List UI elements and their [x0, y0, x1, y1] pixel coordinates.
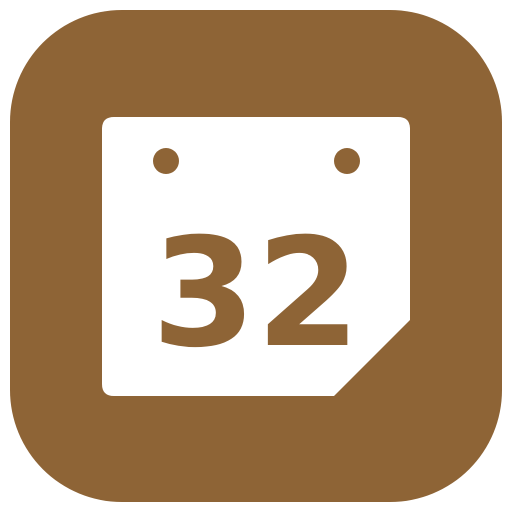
- binding-ring-right-icon: [334, 148, 360, 174]
- calendar-page-icon: 32: [102, 117, 410, 396]
- calendar-day-number: 32: [152, 207, 361, 381]
- binding-ring-left-icon: [153, 148, 179, 174]
- icon-stage: 32: [0, 0, 512, 512]
